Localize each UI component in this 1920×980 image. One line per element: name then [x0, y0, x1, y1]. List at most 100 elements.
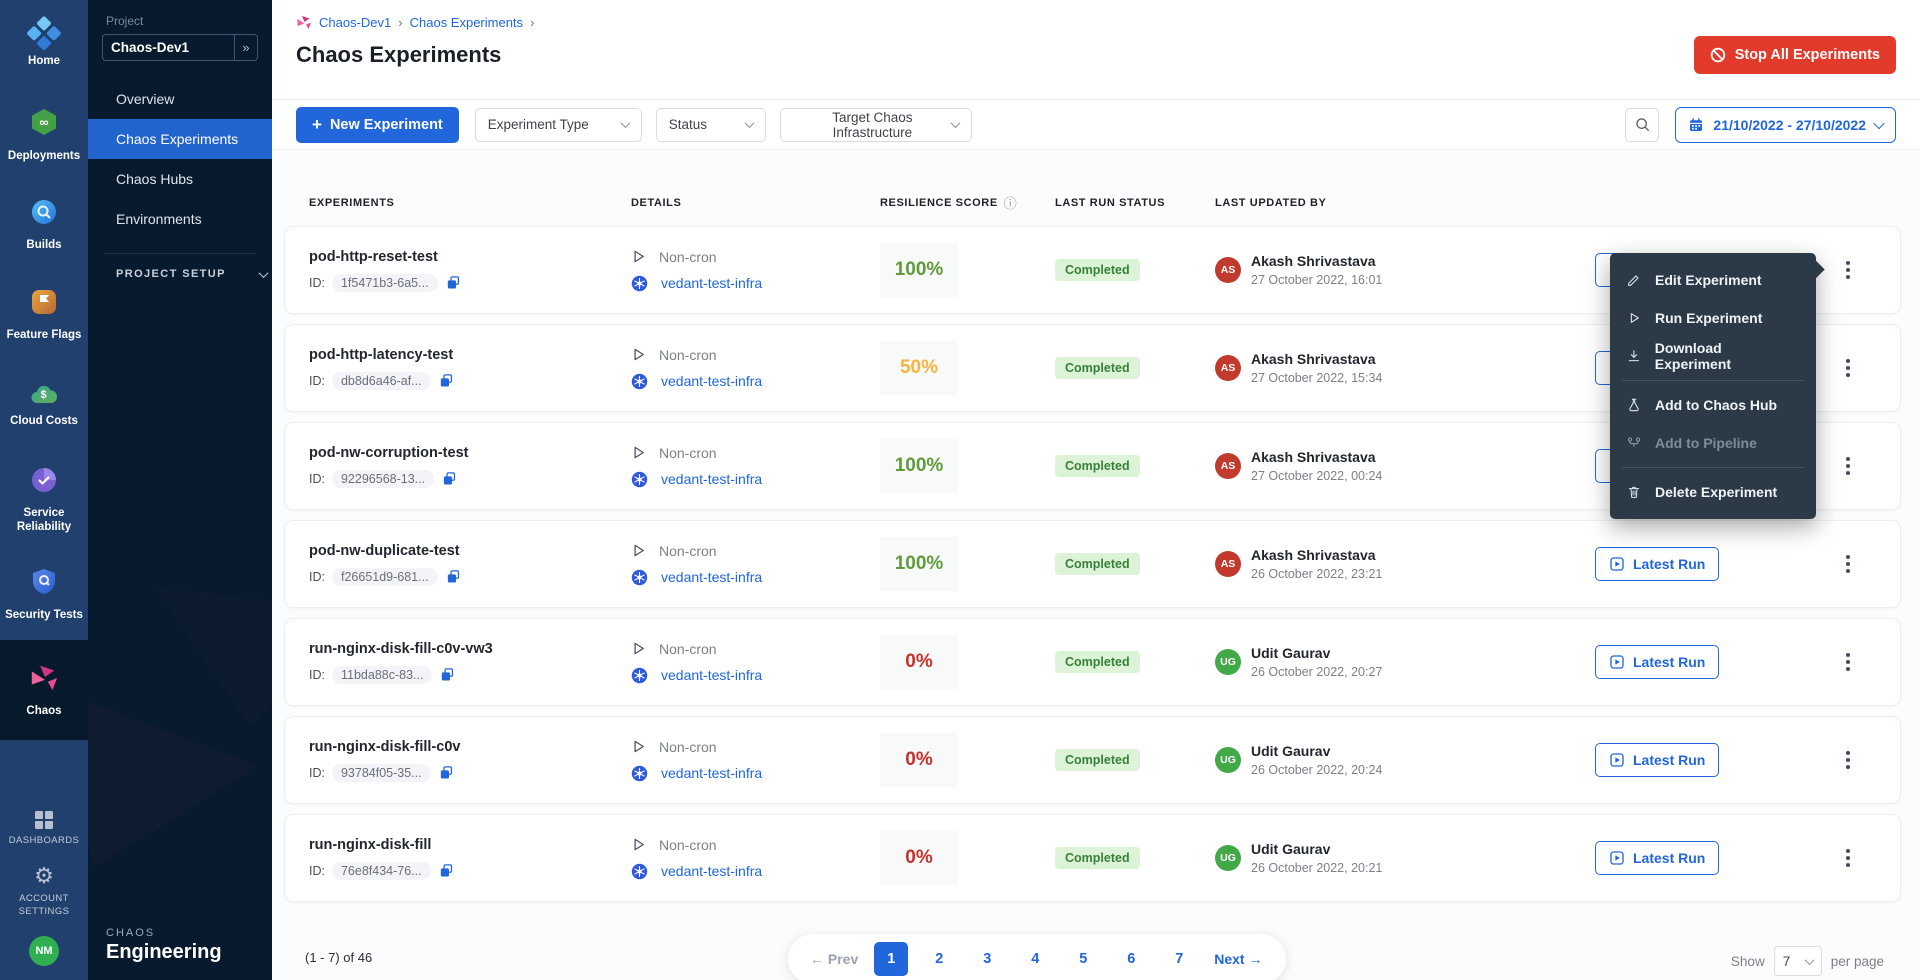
- experiment-name[interactable]: run-nginx-disk-fill-c0v: [309, 739, 631, 755]
- infrastructure-link[interactable]: vedant-test-infra: [661, 275, 762, 291]
- latest-run-button[interactable]: Latest Run: [1595, 645, 1719, 679]
- table-row[interactable]: pod-nw-duplicate-test ID: f26651d9-681..…: [285, 521, 1900, 607]
- user-avatar[interactable]: NM: [29, 936, 59, 966]
- row-menu-button[interactable]: [1840, 549, 1856, 579]
- copy-icon[interactable]: [445, 568, 462, 585]
- pagination-page-6[interactable]: 6: [1114, 942, 1148, 976]
- infrastructure-link[interactable]: vedant-test-infra: [661, 863, 762, 879]
- sidebar-item-security-tests[interactable]: Security Tests: [0, 550, 88, 640]
- menu-item-edit-experiment[interactable]: Edit Experiment: [1610, 261, 1816, 299]
- copy-icon[interactable]: [439, 666, 456, 683]
- sidebar-item-account-settings[interactable]: ⚙ ACCOUNT SETTINGS: [12, 865, 76, 918]
- table-row[interactable]: run-nginx-disk-fill-c0v ID: 93784f05-35.…: [285, 717, 1900, 803]
- chaos-hub-icon: [1626, 397, 1642, 413]
- project-expand-icon[interactable]: »: [234, 34, 258, 61]
- copy-icon[interactable]: [438, 862, 455, 879]
- experiment-name[interactable]: pod-nw-duplicate-test: [309, 543, 631, 559]
- sidebar-item-dashboards[interactable]: DASHBOARDS: [9, 811, 80, 847]
- sidebar-item-service-reliability[interactable]: Service Reliability: [0, 450, 88, 550]
- row-context-menu: Edit ExperimentRun ExperimentDownload Ex…: [1610, 253, 1816, 519]
- infrastructure-link[interactable]: vedant-test-infra: [661, 765, 762, 781]
- pagination-prev[interactable]: ← Prev: [802, 951, 866, 967]
- status-badge: Completed: [1055, 847, 1140, 869]
- sidebar-item-overview[interactable]: Overview: [88, 79, 272, 119]
- sidebar-item-cloud-costs[interactable]: $ Cloud Costs: [0, 360, 88, 450]
- infrastructure-link[interactable]: vedant-test-infra: [661, 667, 762, 683]
- pagination-next[interactable]: Next →: [1204, 951, 1272, 967]
- table-row[interactable]: run-nginx-disk-fill-c0v-vw3 ID: 11bda88c…: [285, 619, 1900, 705]
- sidebar-item-home[interactable]: Home: [0, 0, 88, 90]
- row-menu-button[interactable]: [1840, 647, 1856, 677]
- new-experiment-button[interactable]: + New Experiment: [296, 107, 459, 143]
- copy-icon[interactable]: [445, 274, 462, 291]
- per-page-select[interactable]: 7: [1774, 946, 1822, 976]
- pagination-page-1[interactable]: 1: [874, 942, 908, 976]
- sidebar-item-chaos-experiments[interactable]: Chaos Experiments: [88, 119, 272, 159]
- copy-icon[interactable]: [441, 470, 458, 487]
- menu-item-run-experiment[interactable]: Run Experiment: [1610, 299, 1816, 337]
- avatar: UG: [1215, 845, 1241, 871]
- menu-item-download-experiment[interactable]: Download Experiment: [1610, 337, 1816, 375]
- sidebar-item-chaos[interactable]: Chaos: [0, 640, 88, 740]
- service-reliability-icon: [30, 466, 58, 499]
- copy-icon[interactable]: [438, 764, 455, 781]
- page-title: Chaos Experiments: [296, 42, 1896, 68]
- row-menu-button[interactable]: [1840, 451, 1856, 481]
- search-button[interactable]: [1625, 108, 1659, 142]
- stop-all-experiments-button[interactable]: Stop All Experiments: [1694, 36, 1896, 74]
- sidebar-item-feature-flags[interactable]: Feature Flags: [0, 270, 88, 360]
- pagination-page-3[interactable]: 3: [970, 942, 1004, 976]
- breadcrumb-page-link[interactable]: Chaos Experiments: [410, 15, 523, 30]
- menu-divider: [1622, 380, 1804, 381]
- infrastructure-link[interactable]: vedant-test-infra: [661, 569, 762, 585]
- avatar: UG: [1215, 649, 1241, 675]
- row-menu-button[interactable]: [1840, 255, 1856, 285]
- infrastructure-link[interactable]: vedant-test-infra: [661, 471, 762, 487]
- menu-item-delete-experiment[interactable]: Delete Experiment: [1610, 473, 1816, 511]
- avatar: AS: [1215, 257, 1241, 283]
- copy-icon[interactable]: [438, 372, 455, 389]
- latest-run-button[interactable]: Latest Run: [1595, 841, 1719, 875]
- sidebar-item-builds[interactable]: Builds: [0, 180, 88, 270]
- user-name: Udit Gaurav: [1251, 841, 1382, 857]
- row-menu-button[interactable]: [1840, 843, 1856, 873]
- row-menu-button[interactable]: [1840, 353, 1856, 383]
- kubernetes-icon: [631, 863, 648, 880]
- experiment-name[interactable]: pod-http-reset-test: [309, 249, 631, 265]
- column-last-run-status: LAST RUN STATUS: [1055, 197, 1215, 209]
- latest-run-button[interactable]: Latest Run: [1595, 743, 1719, 777]
- pagination-page-7[interactable]: 7: [1162, 942, 1196, 976]
- project-selector[interactable]: Chaos-Dev1: [102, 34, 234, 61]
- pagination-page-5[interactable]: 5: [1066, 942, 1100, 976]
- last-updated-time: 26 October 2022, 23:21: [1251, 567, 1382, 581]
- chevron-down-icon: [1873, 117, 1884, 128]
- filter-experiment-type[interactable]: Experiment Type: [475, 108, 642, 142]
- pagination-page-4[interactable]: 4: [1018, 942, 1052, 976]
- project-setup-toggle[interactable]: PROJECT SETUP: [88, 268, 272, 280]
- experiment-name[interactable]: run-nginx-disk-fill-c0v-vw3: [309, 641, 631, 657]
- pagination-page-2[interactable]: 2: [922, 942, 956, 976]
- last-updated-time: 27 October 2022, 00:24: [1251, 469, 1382, 483]
- sidebar-item-chaos-hubs[interactable]: Chaos Hubs: [88, 159, 272, 199]
- menu-item-add-to-chaos-hub[interactable]: Add to Chaos Hub: [1610, 386, 1816, 424]
- pipeline-icon: [1626, 435, 1642, 451]
- play-icon: [631, 347, 646, 362]
- breadcrumb-project-link[interactable]: Chaos-Dev1: [319, 15, 391, 30]
- infrastructure-link[interactable]: vedant-test-infra: [661, 373, 762, 389]
- filter-status[interactable]: Status: [656, 108, 766, 142]
- sidebar-item-environments[interactable]: Environments: [88, 199, 272, 239]
- latest-run-button[interactable]: Latest Run: [1595, 547, 1719, 581]
- experiment-name[interactable]: pod-http-latency-test: [309, 347, 631, 363]
- builds-icon: [30, 198, 58, 231]
- experiment-name[interactable]: pod-nw-corruption-test: [309, 445, 631, 461]
- info-icon[interactable]: ⓘ: [1004, 193, 1018, 212]
- experiment-name[interactable]: run-nginx-disk-fill: [309, 837, 631, 853]
- date-range-picker[interactable]: 21/10/2022 - 27/10/2022: [1675, 107, 1896, 143]
- filter-target-chaos-infrastructure[interactable]: Target Chaos Infrastructure: [780, 108, 972, 142]
- sidebar-item-deployments[interactable]: ∞ Deployments: [0, 90, 88, 180]
- breadcrumb-separator: ›: [398, 15, 402, 30]
- row-menu-button[interactable]: [1840, 745, 1856, 775]
- home-icon: [26, 16, 63, 53]
- table-row[interactable]: run-nginx-disk-fill ID: 76e8f434-76... N…: [285, 815, 1900, 901]
- user-name: Akash Shrivastava: [1251, 253, 1382, 269]
